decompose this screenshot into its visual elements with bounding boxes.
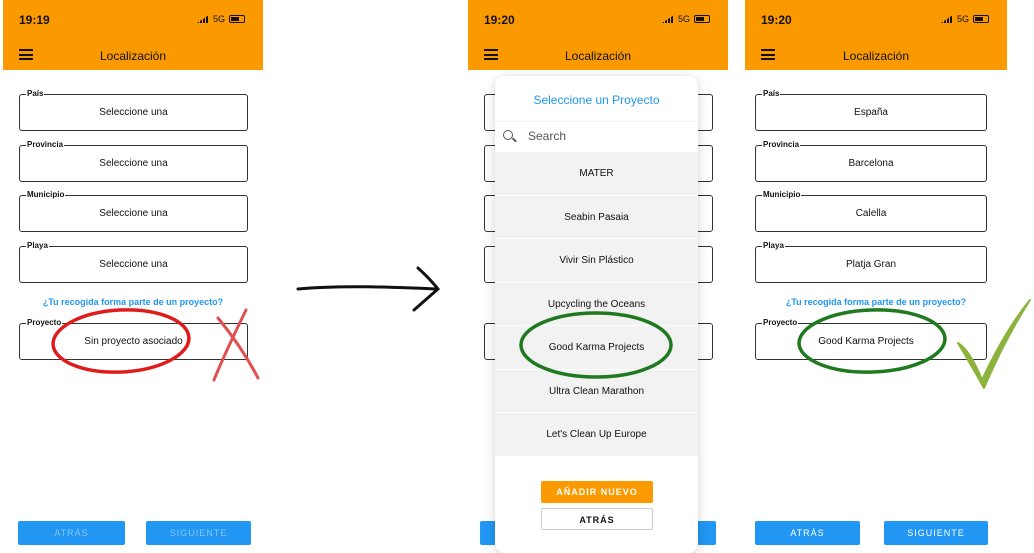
project-option-lets-clean-up-europe[interactable]: Let's Clean Up Europe	[495, 413, 698, 457]
app-header: Localización	[3, 40, 263, 70]
field-value: Good Karma Projects	[818, 336, 914, 347]
beach-select[interactable]: Playa Platja Gran	[755, 241, 987, 283]
project-list: MATER Seabin Pasaia Vivir Sin Plástico U…	[495, 152, 698, 457]
project-select-modal: Seleccione un Proyecto MATER Seabin Pasa…	[495, 76, 698, 553]
status-time: 19:20	[761, 13, 792, 27]
field-value: Seleccione una	[99, 107, 168, 118]
municipality-select[interactable]: Municipio Calella	[755, 190, 987, 232]
comparison-stage: 19:19 5G Localización País Seleccione un…	[0, 0, 1034, 553]
page-title: Localización	[564, 49, 632, 63]
battery-icon	[694, 15, 710, 23]
field-value: Barcelona	[848, 158, 894, 169]
field-label: Municipio	[26, 190, 66, 200]
status-bar: 19:19 5G	[3, 0, 263, 40]
field-value: Seleccione una	[99, 208, 168, 219]
signal-icon	[940, 15, 953, 23]
phone-screen-after: 19:20 5G Localización País España Provin…	[745, 0, 1007, 553]
modal-title: Seleccione un Proyecto	[533, 93, 660, 107]
field-label: Provincia	[26, 140, 65, 150]
project-option-good-karma-projects[interactable]: Good Karma Projects	[495, 326, 698, 370]
project-question-link[interactable]: ¿Tu recogida forma parte de un proyecto?	[745, 297, 1007, 307]
field-label: Municipio	[762, 190, 802, 200]
field-label: Proyecto	[762, 318, 799, 328]
app-header: Localización	[468, 40, 728, 70]
back-button[interactable]: ATRÁS	[755, 521, 860, 545]
field-value: Seleccione una	[99, 259, 168, 270]
field-value: Seleccione una	[99, 158, 168, 169]
project-option-mater[interactable]: MATER	[495, 152, 698, 196]
signal-icon	[661, 15, 674, 23]
modal-back-button[interactable]: ATRÁS	[541, 508, 653, 530]
field-label: Provincia	[762, 140, 801, 150]
field-label: Playa	[26, 241, 49, 251]
network-label: 5G	[212, 14, 225, 24]
battery-icon	[973, 15, 989, 23]
project-question-link[interactable]: ¿Tu recogida forma parte de un proyecto?	[3, 297, 263, 307]
app-header: Localización	[745, 40, 1007, 70]
signal-icon	[196, 15, 209, 23]
field-label: Playa	[762, 241, 785, 251]
page-title: Localización	[842, 49, 910, 63]
back-button[interactable]: ATRÁS	[18, 521, 125, 545]
battery-icon	[229, 15, 245, 23]
status-icons: 5G	[940, 14, 989, 24]
status-time: 19:19	[19, 13, 50, 27]
page-title: Localización	[99, 49, 167, 63]
field-value: Sin proyecto asociado	[84, 336, 183, 347]
beach-select[interactable]: Playa Seleccione una	[19, 241, 248, 283]
project-option-vivir-sin-plastico[interactable]: Vivir Sin Plástico	[495, 239, 698, 283]
add-new-button[interactable]: AÑADIR NUEVO	[541, 481, 653, 503]
next-button[interactable]: SIGUIENTE	[146, 521, 251, 545]
search-bar	[495, 122, 698, 152]
field-value: Platja Gran	[845, 259, 897, 270]
search-input[interactable]	[528, 129, 678, 143]
network-label: 5G	[956, 14, 969, 24]
project-option-seabin-pasaia[interactable]: Seabin Pasaia	[495, 195, 698, 239]
country-select[interactable]: País Seleccione una	[19, 89, 248, 131]
status-icons: 5G	[196, 14, 245, 24]
phone-screen-before: 19:19 5G Localización País Seleccione un…	[3, 0, 263, 553]
project-option-upcycling-the-oceans[interactable]: Upcycling the Oceans	[495, 282, 698, 326]
network-label: 5G	[677, 14, 690, 24]
field-value: Calella	[855, 208, 887, 219]
field-label: Proyecto	[26, 318, 63, 328]
modal-footer: AÑADIR NUEVO ATRÁS	[495, 457, 698, 553]
country-select[interactable]: País España	[755, 89, 987, 131]
field-label: País	[762, 89, 781, 99]
municipality-select[interactable]: Municipio Seleccione una	[19, 190, 248, 232]
province-select[interactable]: Provincia Barcelona	[755, 140, 987, 182]
right-arrow-icon	[296, 266, 441, 312]
field-value: España	[854, 107, 888, 118]
next-button[interactable]: SIGUIENTE	[884, 521, 988, 545]
search-icon	[503, 130, 513, 140]
project-option-ultra-clean-marathon[interactable]: Ultra Clean Marathon	[495, 369, 698, 413]
status-icons: 5G	[661, 14, 710, 24]
project-select[interactable]: Proyecto Good Karma Projects	[755, 318, 987, 360]
field-label: País	[26, 89, 45, 99]
province-select[interactable]: Provincia Seleccione una	[19, 140, 248, 182]
status-bar: 19:20 5G	[468, 0, 728, 40]
project-select[interactable]: Proyecto Sin proyecto asociado	[19, 318, 248, 360]
status-bar: 19:20 5G	[745, 0, 1007, 40]
status-time: 19:20	[484, 13, 515, 27]
